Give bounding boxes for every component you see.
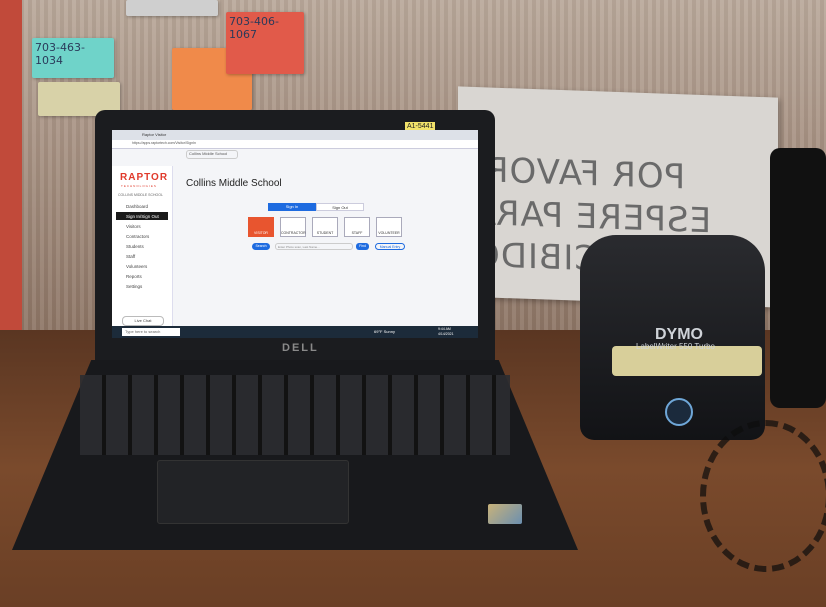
url-text: https://apps.raptortech.com/Visitor/Sign…: [132, 141, 196, 145]
tab-sign-in[interactable]: Sign In: [268, 203, 316, 211]
browser-tab-bar: Raptor Visitor: [112, 130, 478, 140]
keyboard[interactable]: [80, 375, 510, 455]
student-type-card[interactable]: STUDENT: [312, 217, 338, 237]
live-chat-button[interactable]: Live Chat: [122, 316, 164, 326]
sidebar-item-contractors[interactable]: Contractors: [116, 232, 168, 240]
raptor-logo[interactable]: RAPTOR: [120, 172, 168, 183]
dell-logo: DELL: [282, 342, 319, 354]
sticky-note-text: 703-406-1067: [229, 15, 279, 41]
printer-model: LabelWriter 550 Turbo: [636, 342, 716, 351]
sidebar-item-volunteers[interactable]: Volunteers: [116, 262, 168, 270]
page-title: Collins Middle School: [186, 178, 282, 189]
clock-date: 4/14/2021: [438, 332, 454, 336]
sidebar-item-label: Visitors: [126, 223, 141, 229]
sidebar-item-label: Dashboard: [126, 203, 149, 209]
sticky-note-text: 703-463-1034: [35, 41, 85, 67]
taskbar-weather[interactable]: 69°F Sunny: [374, 328, 395, 336]
sidebar-item-staff[interactable]: Staff: [116, 252, 168, 260]
search-input[interactable]: Enter Photo scan, Last Name...: [275, 243, 353, 250]
sticky-note-5: [126, 0, 218, 16]
logo-subtitle: TECHNOLOGIES: [121, 184, 157, 188]
sidebar-item-students[interactable]: Students: [116, 242, 168, 250]
sidebar-header: COLLINS MIDDLE SCHOOL: [118, 193, 163, 197]
find-button[interactable]: Find: [356, 243, 369, 250]
staff-type-card[interactable]: STAFF: [344, 217, 370, 237]
desk-phone: [770, 148, 826, 408]
touchpad[interactable]: [157, 460, 349, 524]
sidebar-item-label: Reports: [126, 273, 142, 279]
sidebar-item-reports[interactable]: Reports: [116, 272, 168, 280]
sticky-note-1: 703-463-1034: [32, 38, 114, 78]
sidebar-item-label: Staff: [126, 253, 136, 259]
sidebar-item-label: Volunteers: [126, 263, 148, 269]
sidebar: RAPTOR TECHNOLOGIES COLLINS MIDDLE SCHOO…: [112, 166, 173, 334]
contractor-type-card[interactable]: CONTRACTOR: [280, 217, 306, 237]
search-button[interactable]: Search: [252, 243, 270, 250]
sidebar-item-sign-in-out[interactable]: Sign In/Sign Out: [116, 212, 168, 220]
manual-entry-button[interactable]: Manual Entry: [375, 243, 405, 250]
taskbar-clock[interactable]: 9:44 AM 4/14/2021: [438, 327, 454, 337]
volunteer-type-card[interactable]: VOLUNTEER: [376, 217, 402, 237]
taskbar-search[interactable]: Type here to search: [122, 328, 180, 336]
sidebar-item-visitors[interactable]: Visitors: [116, 222, 168, 230]
sidebar-item-dashboard[interactable]: Dashboard: [116, 202, 168, 210]
sidebar-item-label: Contractors: [126, 233, 150, 239]
printer-power-button[interactable]: [665, 398, 693, 426]
browser-tab[interactable]: Raptor Visitor: [142, 132, 166, 137]
tab-sign-out[interactable]: Sign Out: [316, 203, 364, 211]
sidebar-item-label: Sign In/Sign Out: [126, 213, 159, 219]
laptop-screen: Raptor Visitor https://apps.raptortech.c…: [112, 130, 478, 338]
sidebar-item-label: Settings: [126, 283, 143, 289]
sticky-note-4: 703-406-1067: [226, 12, 304, 74]
sidebar-item-label: Students: [126, 243, 144, 249]
visitor-type-card[interactable]: VISITOR: [248, 217, 274, 237]
laptop-sticker: [488, 504, 522, 524]
school-select[interactable]: Collins Middle School: [186, 150, 238, 159]
sidebar-item-settings[interactable]: Settings: [116, 282, 168, 290]
phone-cord: [700, 420, 826, 572]
